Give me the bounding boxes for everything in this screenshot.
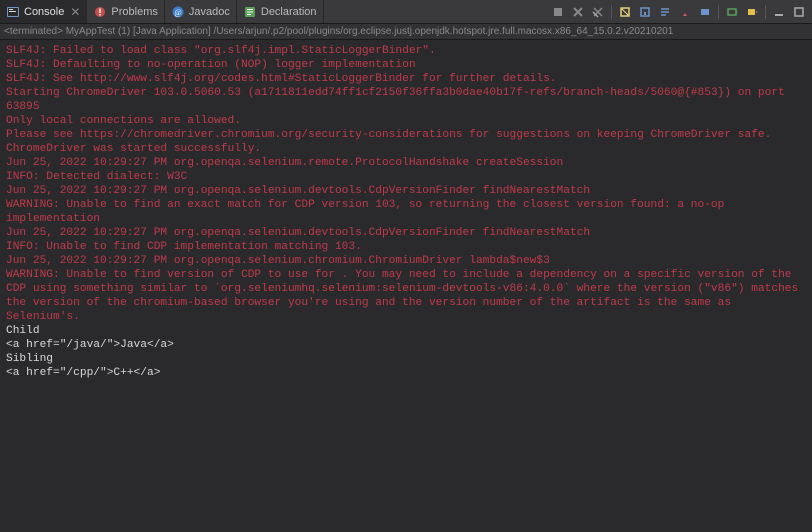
tab-label: Console [24,6,64,18]
console-line: Starting ChromeDriver 103.0.5060.53 (a17… [6,86,806,114]
minimize-icon[interactable] [770,3,788,21]
maximize-icon[interactable] [790,3,808,21]
declaration-icon [243,5,257,19]
close-icon[interactable]: ✕ [70,5,80,19]
svg-text:@: @ [174,8,181,17]
console-line: Jun 25, 2022 10:29:27 PM org.openqa.sele… [6,184,806,198]
console-line: Sibling [6,352,806,366]
tab-problems[interactable]: Problems [87,0,164,23]
console-line: INFO: Detected dialect: W3C [6,170,806,184]
console-line: WARNING: Unable to find an exact match f… [6,198,806,226]
tab-label: Problems [111,6,157,18]
clear-console-button[interactable] [616,3,634,21]
console-line: INFO: Unable to find CDP implementation … [6,240,806,254]
console-line: SLF4J: Defaulting to no-operation (NOP) … [6,58,806,72]
console-line: <a href="/cpp/">C++</a> [6,366,806,380]
new-console-button[interactable] [743,3,761,21]
problems-icon [93,5,107,19]
console-process-status: <terminated> MyAppTest (1) [Java Applica… [0,24,812,40]
tab-label: Javadoc [189,6,230,18]
remove-launch-button[interactable] [569,3,587,21]
view-tab-bar: Console ✕ Problems @ Javadoc Declaration [0,0,812,24]
scroll-lock-button[interactable] [636,3,654,21]
status-text: <terminated> MyAppTest (1) [Java Applica… [4,26,673,37]
console-line: SLF4J: See http://www.slf4j.org/codes.ht… [6,72,806,86]
console-line: Jun 25, 2022 10:29:27 PM org.openqa.sele… [6,156,806,170]
display-selected-button[interactable] [696,3,714,21]
console-line: WARNING: Unable to find version of CDP t… [6,268,806,324]
tab-console[interactable]: Console ✕ [0,0,87,23]
open-console-button[interactable] [723,3,741,21]
view-tabs: Console ✕ Problems @ Javadoc Declaration [0,0,324,23]
console-line: Jun 25, 2022 10:29:27 PM org.openqa.sele… [6,254,806,268]
tab-declaration[interactable]: Declaration [237,0,324,23]
console-line: SLF4J: Failed to load class "org.slf4j.i… [6,44,806,58]
console-line: <a href="/java/">Java</a> [6,338,806,352]
terminate-button[interactable] [549,3,567,21]
console-line: Only local connections are allowed. [6,114,806,128]
javadoc-icon: @ [171,5,185,19]
console-line: Please see https://chromedriver.chromium… [6,128,806,142]
remove-all-button[interactable] [589,3,607,21]
word-wrap-button[interactable] [656,3,674,21]
console-line: Child [6,324,806,338]
console-output[interactable]: SLF4J: Failed to load class "org.slf4j.i… [0,40,812,532]
console-line: ChromeDriver was started successfully. [6,142,806,156]
tab-label: Declaration [261,6,317,18]
pin-console-button[interactable] [676,3,694,21]
console-icon [6,5,20,19]
tab-javadoc[interactable]: @ Javadoc [165,0,237,23]
console-toolbar [549,0,812,23]
console-line: Jun 25, 2022 10:29:27 PM org.openqa.sele… [6,226,806,240]
